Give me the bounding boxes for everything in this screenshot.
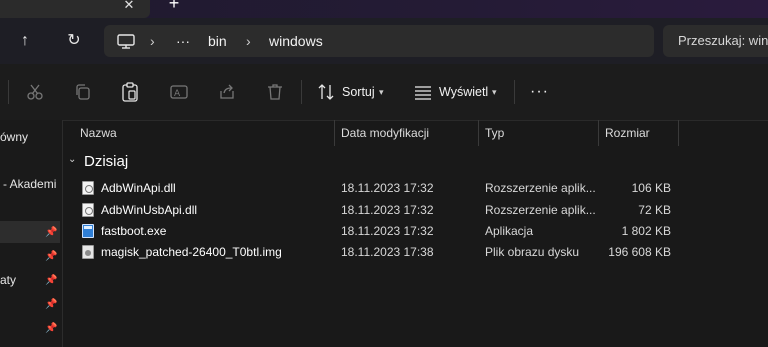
disk-image-file-icon bbox=[82, 245, 94, 259]
sidebar-item-home[interactable]: ówny bbox=[0, 128, 28, 146]
file-name: AdbWinApi.dll bbox=[101, 181, 176, 195]
toolbar-divider bbox=[301, 80, 302, 104]
toolbar-divider bbox=[514, 80, 515, 104]
file-name: magisk_patched-26400_T0btl.img bbox=[101, 245, 282, 259]
pin-icon: 📌 bbox=[45, 227, 58, 238]
sort-icon bbox=[318, 84, 334, 100]
column-divider[interactable] bbox=[678, 120, 679, 146]
file-row[interactable]: AdbWinUsbApi.dll 18.11.2023 17:32 Rozsze… bbox=[76, 200, 696, 221]
chevron-down-icon: ▾ bbox=[492, 87, 497, 97]
new-tab-icon[interactable]: + bbox=[165, 0, 183, 12]
copy-icon[interactable] bbox=[74, 83, 92, 101]
active-tab[interactable]: ✕ bbox=[0, 0, 150, 18]
file-row[interactable]: fastboot.exe 18.11.2023 17:32 Aplikacja … bbox=[76, 221, 696, 242]
column-header-size[interactable]: Rozmiar bbox=[605, 120, 650, 146]
column-divider[interactable] bbox=[478, 120, 479, 146]
computer-icon bbox=[117, 34, 135, 49]
file-type: Rozszerzenie aplik... bbox=[485, 181, 596, 195]
file-type: Aplikacja bbox=[485, 224, 534, 238]
exe-file-icon bbox=[82, 224, 94, 238]
file-date: 18.11.2023 17:32 bbox=[341, 203, 434, 217]
sort-button[interactable]: Sortuj bbox=[342, 82, 375, 102]
view-button[interactable]: Wyświetl bbox=[439, 82, 488, 102]
address-bar[interactable]: › ··· bin › windows bbox=[104, 25, 654, 57]
file-row[interactable]: magisk_patched-26400_T0btl.img 18.11.202… bbox=[76, 242, 696, 263]
sidebar-item-documents[interactable]: aty bbox=[0, 271, 16, 289]
column-header-name[interactable]: Nazwa bbox=[80, 120, 117, 146]
refresh-icon[interactable]: ↻ bbox=[60, 27, 88, 55]
navigation-pane: ówny - Akademi 📌 📌 aty 📌 📌 📌 bbox=[0, 120, 63, 347]
file-date: 18.11.2023 17:32 bbox=[341, 181, 434, 195]
breadcrumb-item-bin[interactable]: bin bbox=[208, 25, 227, 57]
group-header[interactable]: Dzisiaj bbox=[84, 153, 128, 170]
rename-icon[interactable]: A bbox=[170, 83, 188, 101]
dll-file-icon bbox=[82, 181, 94, 195]
file-size: 196 608 KB bbox=[608, 245, 671, 259]
pin-icon: 📌 bbox=[45, 323, 58, 334]
command-bar: A Sortuj ▾ Wyświetl ▾ ··· bbox=[0, 64, 768, 121]
pin-icon: 📌 bbox=[45, 299, 58, 310]
paste-icon[interactable] bbox=[121, 82, 139, 102]
cut-icon[interactable] bbox=[26, 83, 44, 101]
column-divider[interactable] bbox=[598, 120, 599, 146]
column-header-date[interactable]: Data modyfikacji bbox=[341, 120, 429, 146]
pin-icon: 📌 bbox=[45, 251, 58, 262]
file-row[interactable]: AdbWinApi.dll 18.11.2023 17:32 Rozszerze… bbox=[76, 178, 696, 199]
pin-icon: 📌 bbox=[45, 275, 58, 286]
file-size: 106 KB bbox=[631, 181, 671, 195]
more-options-icon[interactable]: ··· bbox=[530, 82, 549, 102]
chevron-right-icon: › bbox=[246, 33, 251, 49]
file-date: 18.11.2023 17:32 bbox=[341, 224, 434, 238]
sidebar-item-akademia[interactable]: - Akademi bbox=[3, 175, 56, 193]
toolbar-divider bbox=[8, 80, 9, 104]
svg-text:A: A bbox=[174, 89, 181, 99]
column-divider[interactable] bbox=[334, 120, 335, 146]
breadcrumb-overflow[interactable]: ··· bbox=[176, 25, 190, 57]
file-name: fastboot.exe bbox=[101, 224, 167, 238]
dll-file-icon bbox=[82, 203, 94, 217]
view-icon bbox=[415, 86, 431, 100]
tab-strip: ✕ + bbox=[0, 0, 768, 18]
file-type: Rozszerzenie aplik... bbox=[485, 203, 596, 217]
search-input[interactable]: Przeszukaj: windows bbox=[663, 25, 768, 57]
breadcrumb-item-windows[interactable]: windows bbox=[269, 25, 323, 57]
chevron-right-icon: › bbox=[150, 33, 155, 49]
close-tab-icon[interactable]: ✕ bbox=[120, 0, 138, 14]
chevron-down-icon: ▾ bbox=[379, 87, 384, 97]
column-header-type[interactable]: Typ bbox=[485, 120, 504, 146]
file-name: AdbWinUsbApi.dll bbox=[101, 203, 198, 217]
file-date: 18.11.2023 17:38 bbox=[341, 245, 434, 259]
delete-icon[interactable] bbox=[266, 83, 284, 101]
file-type: Plik obrazu dysku bbox=[485, 245, 580, 259]
chevron-down-icon[interactable]: ⌄ bbox=[68, 154, 76, 165]
up-arrow-icon[interactable]: ↑ bbox=[11, 27, 39, 55]
file-size: 1 802 KB bbox=[621, 224, 671, 238]
share-icon[interactable] bbox=[218, 83, 236, 101]
file-size: 72 KB bbox=[638, 203, 671, 217]
navigation-bar: ↑ ↻ › ··· bin › windows Przeszukaj: wind… bbox=[0, 18, 768, 64]
